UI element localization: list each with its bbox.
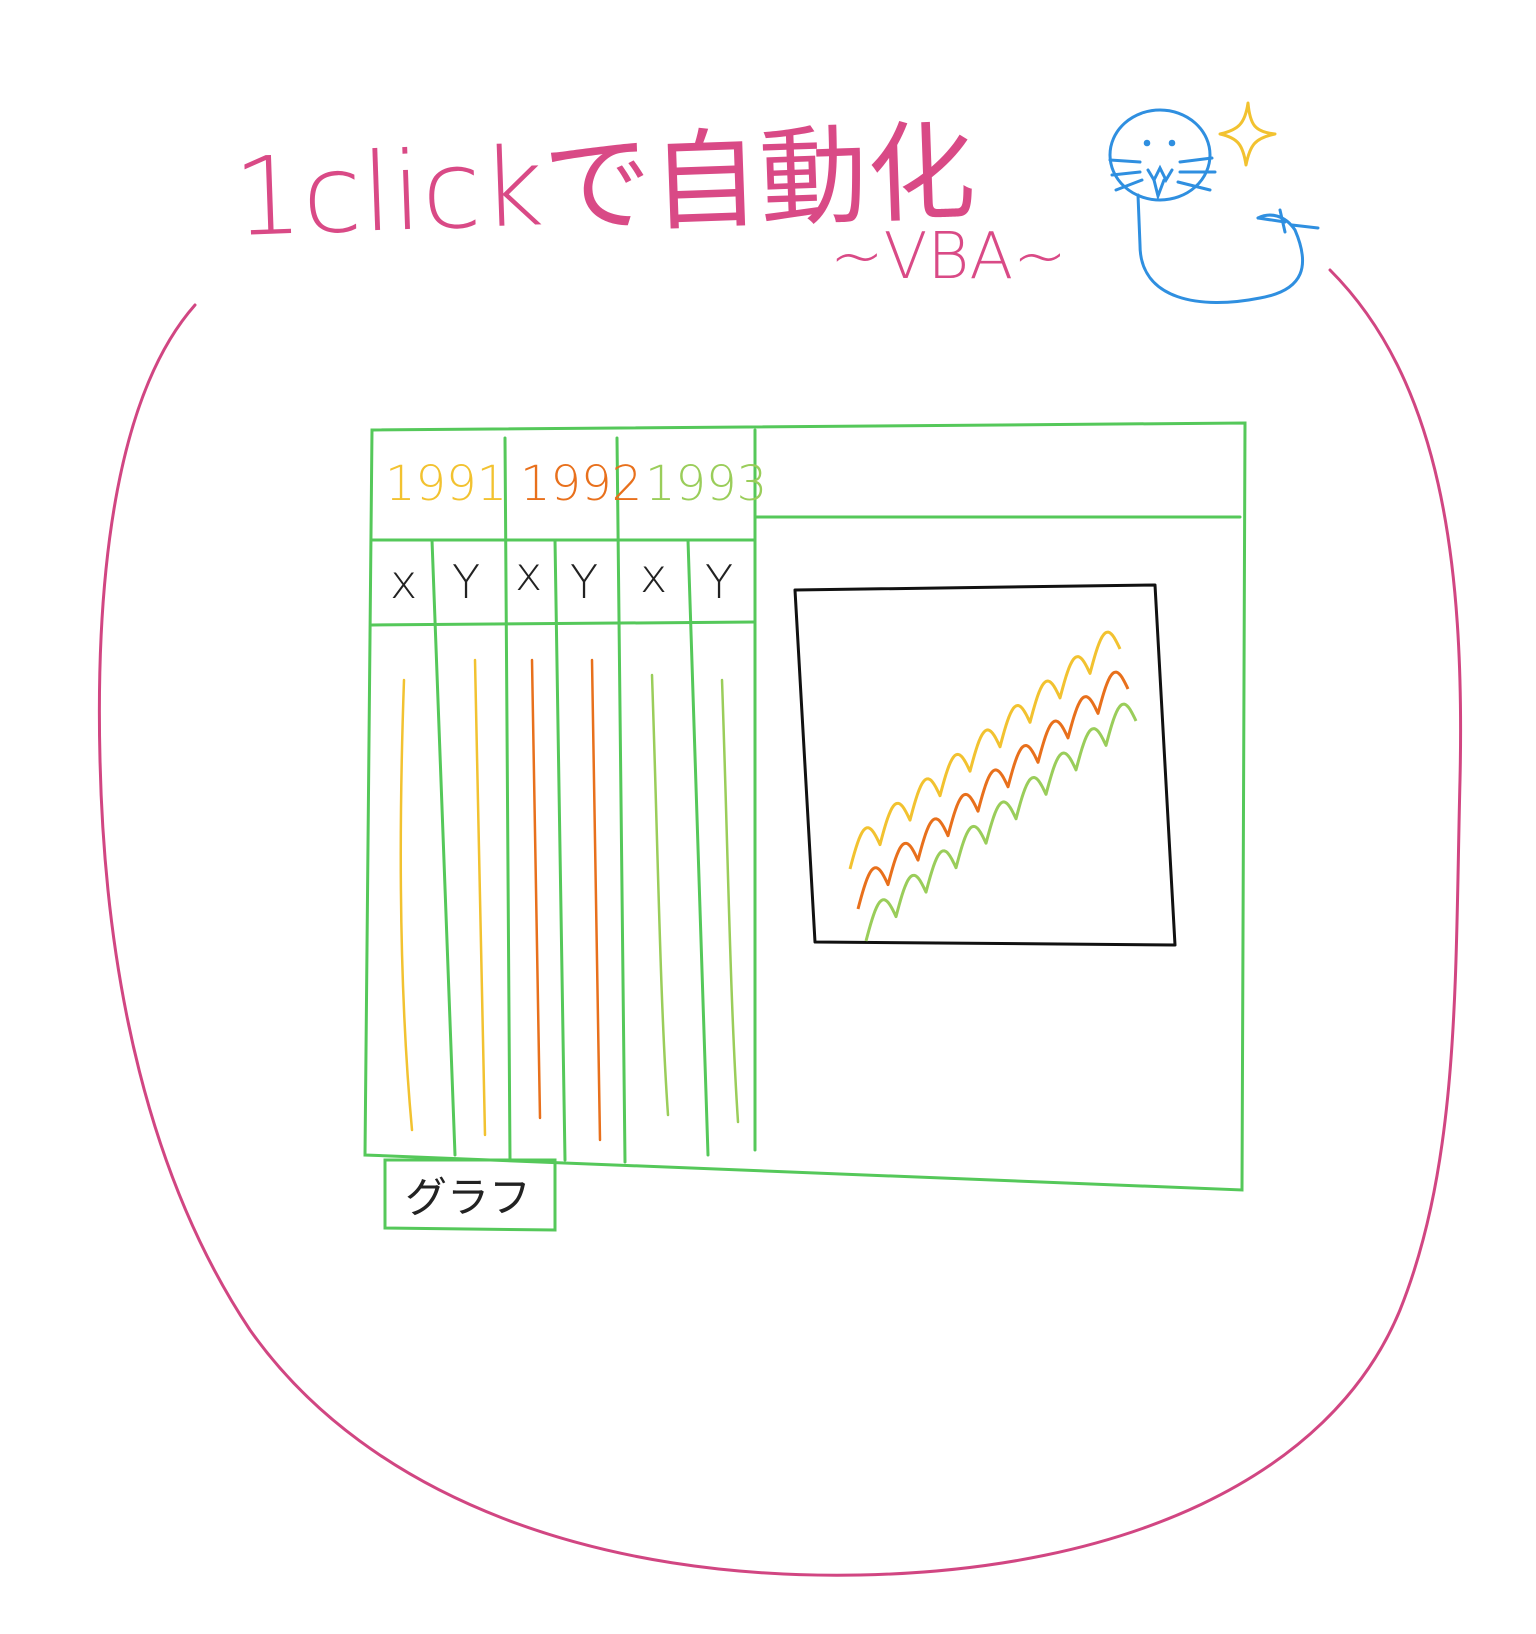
data-column-1991-y [473,658,487,1137]
column-label-row: x Y x Y x Y [390,547,733,609]
data-column-1993-x [650,673,670,1117]
column-label-y: Y [705,555,733,609]
column-label-x: x [515,547,542,601]
year-header-1992: 1992 [520,456,642,512]
chart-frame [793,583,1177,947]
year-header-1991: 1991 [385,456,507,512]
column-label-x: x [390,555,417,609]
year-header-1993: 1993 [645,456,767,512]
column-label-y: Y [570,555,598,609]
data-column-1992-y [590,658,602,1142]
data-column-1993-y [720,678,740,1124]
sketch-canvas: 1clickで自動化 ~VBA~ 1991 1992 1993 x Y x Y … [97,101,1463,1577]
chart-series-1992 [856,670,1130,910]
blob-outline [97,268,1463,1577]
year-header-row: 1991 1992 1993 [385,456,767,512]
data-column-1992-x [530,658,542,1120]
chart-series-1991 [848,630,1122,870]
chart-series-group [848,630,1138,942]
sparkle-icon [1218,101,1277,167]
data-column-1991-x [399,678,414,1132]
column-label-y: Y [452,555,480,609]
page-subtitle: ~VBA~ [830,220,1067,294]
column-label-x: x [640,549,667,603]
seal-mascot-icon [1108,108,1320,304]
spreadsheet-grid [363,421,1247,1232]
graph-button-label: グラフ [405,1173,531,1222]
